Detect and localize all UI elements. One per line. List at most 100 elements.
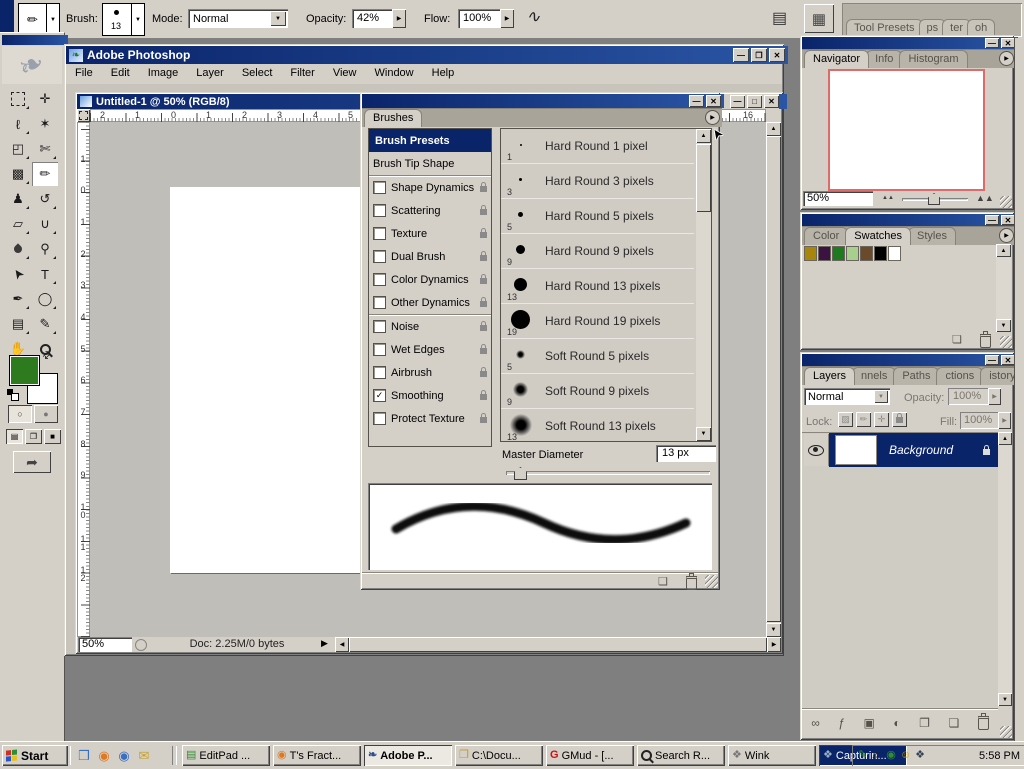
taskbar-button-search-r[interactable]: Search R... <box>637 745 725 766</box>
maximize-button[interactable]: □ <box>747 95 762 108</box>
scrollbar-thumb[interactable] <box>349 637 767 652</box>
menu-filter[interactable]: Filter <box>281 64 323 82</box>
lock-icon[interactable] <box>480 301 487 307</box>
palette-menu-icon[interactable]: ▶ <box>999 228 1014 243</box>
chevron-down-icon[interactable]: ▼ <box>874 390 888 403</box>
scrollbar-thumb[interactable] <box>696 144 711 212</box>
brush-list-scrollbar[interactable]: ▲ ▼ <box>696 129 711 441</box>
layer-mask-icon[interactable]: ▣ <box>864 716 875 730</box>
color-dynamics-checkbox[interactable] <box>373 273 386 286</box>
lock-icon[interactable] <box>480 186 487 192</box>
swatch[interactable] <box>818 246 831 261</box>
swatch[interactable] <box>832 246 845 261</box>
zoom-field[interactable]: 50% <box>78 637 132 652</box>
zoom-out-icon[interactable]: ▲▲ <box>882 195 894 201</box>
layer-style-icon[interactable]: ƒ <box>838 716 845 730</box>
app-titlebar[interactable]: ❧ Adobe Photoshop — ❐ ✕ <box>66 46 788 64</box>
lock-icon[interactable] <box>480 209 487 215</box>
menu-image[interactable]: Image <box>139 64 188 82</box>
resize-grip[interactable] <box>705 575 718 588</box>
menu-edit[interactable]: Edit <box>102 64 139 82</box>
standard-mode-button[interactable]: ○ <box>8 405 32 423</box>
menu-file[interactable]: File <box>66 64 102 82</box>
photoshop-feather-logo[interactable]: ❧ <box>2 46 62 84</box>
brush-size-picker[interactable]: 13 ▼ <box>102 3 145 36</box>
brush-preset-row[interactable]: 3Hard Round 3 pixels <box>501 164 694 199</box>
scroll-down-icon[interactable]: ▼ <box>996 319 1011 332</box>
layer-group-icon[interactable]: ❐ <box>919 716 930 730</box>
tab-color[interactable]: Color <box>804 227 848 245</box>
opacity-slider-button[interactable]: ▶ <box>988 388 1001 405</box>
visibility-toggle[interactable] <box>804 434 829 466</box>
brush-preset-row[interactable]: 19Hard Round 19 pixels <box>501 304 694 339</box>
standard-screen-button[interactable]: ▤ <box>6 429 23 444</box>
tab-info[interactable]: Info <box>866 50 902 68</box>
taskbar-button-c-docu[interactable]: ❐C:\Docu... <box>455 745 543 766</box>
brush-preset-row[interactable]: 5Hard Round 5 pixels <box>501 199 694 234</box>
new-brush-icon[interactable]: ❏ <box>658 575 668 588</box>
master-diameter-field[interactable]: 13 px <box>656 445 716 462</box>
lock-icon[interactable] <box>480 325 487 331</box>
volume-tray-icon[interactable]: ♬ <box>871 750 882 761</box>
eraser-tool[interactable]: ▱ <box>5 212 31 236</box>
brush-preset-row[interactable]: 1Hard Round 1 pixel <box>501 129 694 164</box>
move-tool[interactable]: ✛ <box>32 87 58 111</box>
opacity-slider-button[interactable]: ▶ <box>392 9 406 28</box>
noise-checkbox[interactable] <box>373 320 386 333</box>
taskbar-button-editpad[interactable]: ▤EditPad ... <box>182 745 270 766</box>
lock-icon[interactable] <box>480 278 487 284</box>
swatch[interactable] <box>888 246 901 261</box>
delete-swatch-icon[interactable] <box>980 334 991 348</box>
texture-item[interactable]: Texture <box>369 222 491 245</box>
tab-nnels[interactable]: nnels <box>852 367 896 385</box>
texture-checkbox[interactable] <box>373 227 386 240</box>
fill-field[interactable]: 100% <box>960 412 1002 429</box>
chevron-down-icon[interactable]: ▼ <box>131 4 144 35</box>
resize-grip[interactable] <box>1000 336 1012 348</box>
fill-slider-button[interactable]: ▶ <box>998 412 1011 429</box>
quick-mask-mode-button[interactable]: ● <box>34 405 58 423</box>
browser-icon[interactable]: ◉ <box>114 745 134 766</box>
opacity-field[interactable]: 100% <box>948 388 993 405</box>
slice-tool[interactable]: ✄ <box>32 137 58 161</box>
navigator-preview[interactable] <box>828 69 985 191</box>
rectangular-marquee-tool[interactable] <box>5 87 31 111</box>
lock-icon[interactable] <box>480 232 487 238</box>
scroll-right-icon[interactable]: ▶ <box>767 637 781 652</box>
palette-menu-icon[interactable]: ▶ <box>705 110 720 125</box>
shape-dynamics-item[interactable]: Shape Dynamics <box>369 175 491 199</box>
minimize-button[interactable]: — <box>689 95 704 107</box>
airbrush-icon[interactable]: ∿ <box>526 7 540 27</box>
firefox-icon[interactable]: ◉ <box>94 745 114 766</box>
other-dynamics-item[interactable]: Other Dynamics <box>369 291 491 314</box>
protect-texture-item[interactable]: Protect Texture <box>369 407 491 430</box>
eyedropper-tool[interactable]: ✎ <box>32 312 58 336</box>
swatch[interactable] <box>804 246 817 261</box>
noise-item[interactable]: Noise <box>369 314 491 338</box>
scattering-item[interactable]: Scattering <box>369 199 491 222</box>
navigator-zoom-field[interactable]: 50% <box>803 191 873 206</box>
wet-edges-item[interactable]: Wet Edges <box>369 338 491 361</box>
wet-edges-checkbox[interactable] <box>373 343 386 356</box>
master-diameter-slider[interactable] <box>506 466 710 480</box>
fullscreen-menubar-button[interactable]: ❐ <box>25 429 42 444</box>
brushes-titlebar[interactable]: — ✕ <box>362 94 724 108</box>
horizontal-scrollbar[interactable]: ◀ ▶ <box>335 637 781 652</box>
lock-transparency-icon[interactable]: ▨ <box>838 412 853 427</box>
pen-tool[interactable]: ✒ <box>5 287 31 311</box>
menu-select[interactable]: Select <box>233 64 282 82</box>
restore-button[interactable]: ❐ <box>751 48 767 62</box>
brush-preset-row[interactable]: 13Hard Round 13 pixels <box>501 269 694 304</box>
crop-tool[interactable]: ◰ <box>5 137 31 161</box>
paint-bucket-tool[interactable]: ∪ <box>32 212 58 236</box>
history-brush-tool[interactable]: ↺ <box>32 187 58 211</box>
dual-brush-item[interactable]: Dual Brush <box>369 245 491 268</box>
layer-thumbnail[interactable] <box>835 435 877 465</box>
scroll-up-icon[interactable]: ▲ <box>996 244 1011 257</box>
color-dynamics-item[interactable]: Color Dynamics <box>369 268 491 291</box>
new-layer-icon[interactable]: ❏ <box>948 716 959 730</box>
scroll-up-icon[interactable]: ▲ <box>766 122 781 136</box>
link-icon[interactable]: ∞ <box>811 716 820 730</box>
chevron-down-icon[interactable]: ▼ <box>270 11 286 26</box>
show-desktop-icon[interactable]: ❒ <box>74 745 94 766</box>
